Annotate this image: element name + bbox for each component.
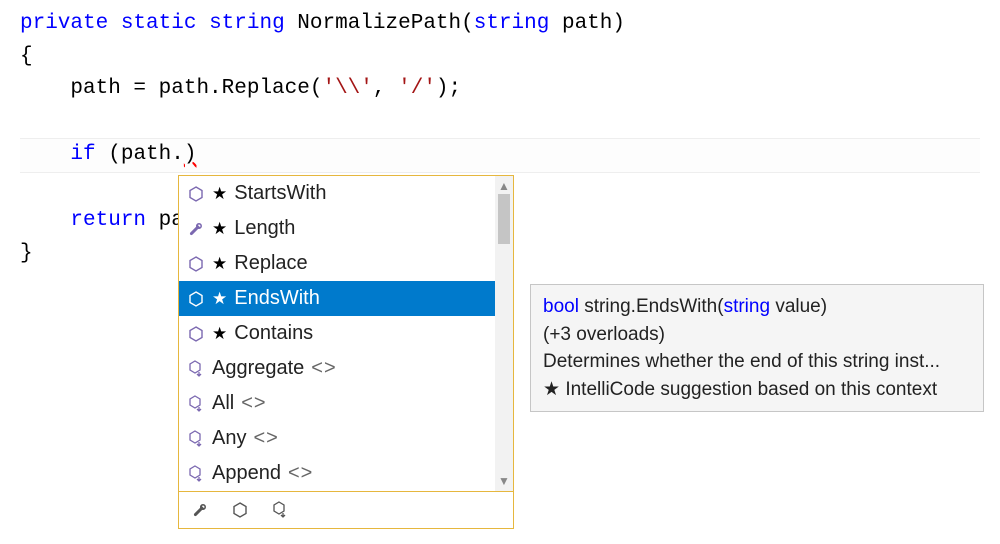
intellisense-item[interactable]: Aggregate <> bbox=[179, 351, 495, 386]
ext-method-icon bbox=[187, 360, 205, 378]
intellisense-item-label: Append bbox=[212, 462, 281, 485]
intellisense-item-label: Length bbox=[234, 217, 295, 240]
method-icon bbox=[187, 185, 205, 203]
ext-method-icon bbox=[187, 465, 205, 483]
generic-indicator: <> bbox=[253, 427, 278, 450]
intellisense-item-label: Contains bbox=[234, 322, 313, 345]
intellisense-popup[interactable]: ★ StartsWith ★ Length ★ Replace ★ EndsWith ★ Cont… bbox=[178, 175, 514, 529]
scroll-up-icon[interactable]: ▲ bbox=[498, 176, 510, 196]
intellisense-items: ★ StartsWith ★ Length ★ Replace ★ EndsWith ★ Cont… bbox=[179, 176, 495, 491]
intellisense-item-label: Replace bbox=[234, 252, 307, 275]
code-line-4 bbox=[20, 106, 980, 139]
scroll-down-icon[interactable]: ▼ bbox=[498, 471, 510, 491]
code-line-1: private static string NormalizePath(stri… bbox=[20, 8, 980, 41]
tooltip-signature: bool string.EndsWith(string value) bbox=[543, 293, 971, 321]
intellisense-filter-bar bbox=[179, 491, 513, 528]
generic-indicator: <> bbox=[311, 357, 336, 380]
method-icon[interactable] bbox=[231, 501, 249, 519]
ext-method-icon bbox=[187, 430, 205, 448]
code-line-2: { bbox=[20, 41, 980, 74]
method-icon bbox=[187, 325, 205, 343]
intellisense-item-label: All bbox=[212, 392, 234, 415]
tooltip-overloads: (+3 overloads) bbox=[543, 321, 971, 349]
wrench-icon bbox=[187, 220, 205, 238]
wrench-icon[interactable] bbox=[191, 501, 209, 519]
intellisense-item[interactable]: All <> bbox=[179, 386, 495, 421]
intellisense-item[interactable]: ★ Contains bbox=[179, 316, 495, 351]
syntax-error: ) bbox=[184, 143, 197, 166]
code-line-3: path = path.Replace('\\', '/'); bbox=[20, 73, 980, 106]
intellisense-list: ★ StartsWith ★ Length ★ Replace ★ EndsWith ★ Cont… bbox=[179, 176, 513, 491]
intellisense-item-label: EndsWith bbox=[234, 287, 320, 310]
scrollbar[interactable]: ▲ ▼ bbox=[495, 176, 513, 491]
star-icon: ★ bbox=[212, 254, 227, 274]
scroll-thumb[interactable] bbox=[498, 194, 510, 244]
intellisense-item[interactable]: ★ Replace bbox=[179, 246, 495, 281]
intellisense-item[interactable]: Append <> bbox=[179, 456, 495, 491]
method-icon bbox=[187, 290, 205, 308]
intellisense-item[interactable]: Any <> bbox=[179, 421, 495, 456]
keyword-private: private bbox=[20, 12, 108, 35]
generic-indicator: <> bbox=[241, 392, 266, 415]
generic-indicator: <> bbox=[288, 462, 313, 485]
keyword-string: string bbox=[209, 12, 285, 35]
intellisense-item-label: StartsWith bbox=[234, 182, 326, 205]
tooltip-intellicode: ★ IntelliCode suggestion based on this c… bbox=[543, 376, 971, 404]
star-icon: ★ bbox=[212, 289, 227, 309]
intellisense-item-label: Aggregate bbox=[212, 357, 304, 380]
member-tooltip: bool string.EndsWith(string value) (+3 o… bbox=[530, 284, 984, 412]
method-name: NormalizePath bbox=[297, 12, 461, 35]
ext-method-icon[interactable] bbox=[271, 501, 289, 519]
method-icon bbox=[187, 255, 205, 273]
intellisense-item[interactable]: ★ EndsWith bbox=[179, 281, 495, 316]
ext-method-icon bbox=[187, 395, 205, 413]
tooltip-description: Determines whether the end of this strin… bbox=[543, 348, 971, 376]
star-icon: ★ bbox=[212, 219, 227, 239]
intellisense-item[interactable]: ★ StartsWith bbox=[179, 176, 495, 211]
star-icon: ★ bbox=[212, 324, 227, 344]
star-icon: ★ bbox=[212, 184, 227, 204]
intellisense-item-label: Any bbox=[212, 427, 246, 450]
keyword-static: static bbox=[121, 12, 197, 35]
code-line-5-current: if (path.) bbox=[20, 138, 980, 173]
intellisense-item[interactable]: ★ Length bbox=[179, 211, 495, 246]
